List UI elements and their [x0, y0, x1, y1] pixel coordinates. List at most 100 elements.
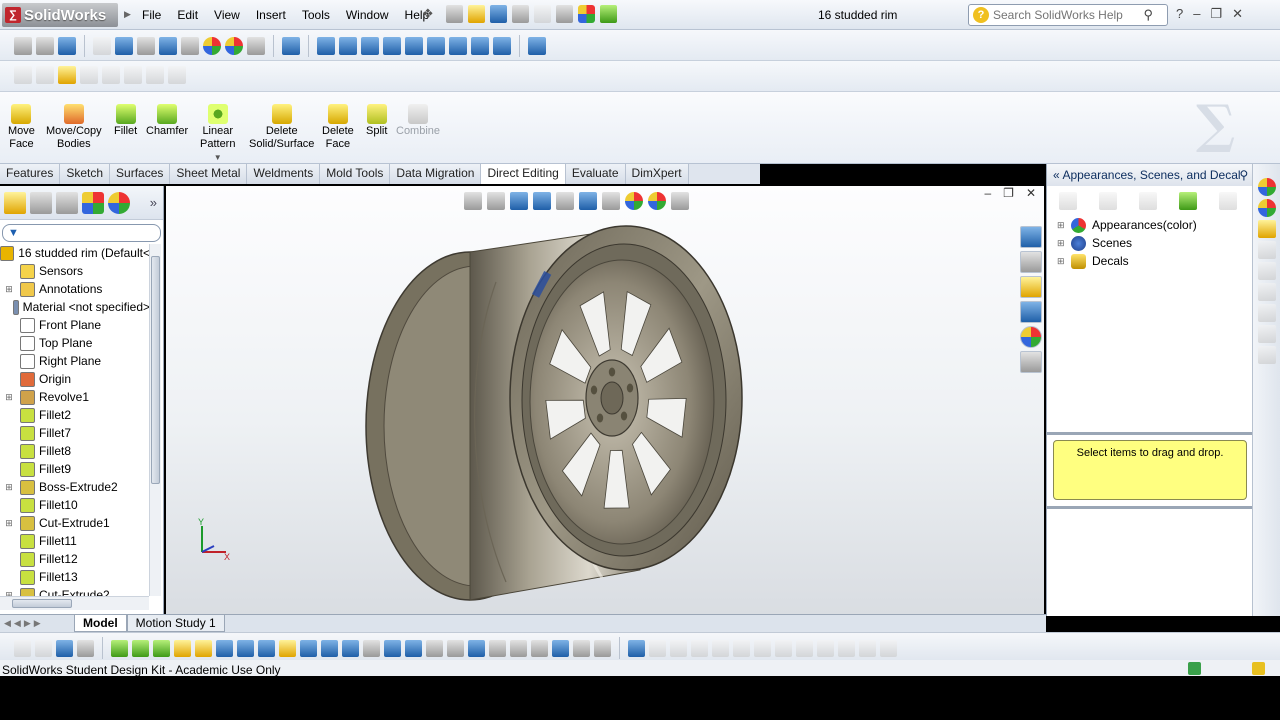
toolbar-tool-icon[interactable]: [405, 639, 422, 657]
dimetric-view-icon[interactable]: [493, 37, 511, 55]
back-view-icon[interactable]: [339, 37, 357, 55]
feature-tree-item[interactable]: Right Plane: [0, 352, 150, 370]
feature-tree-item[interactable]: Sensors: [0, 262, 150, 280]
help-search-input[interactable]: [993, 8, 1133, 22]
expand-icon[interactable]: ⊞: [4, 518, 14, 529]
linear-pattern-button[interactable]: Linear Pattern ▼: [200, 104, 235, 164]
normal-to-icon[interactable]: [282, 37, 300, 55]
help-status-icon[interactable]: [1188, 662, 1201, 675]
save-icon[interactable]: [490, 5, 507, 23]
move-copy-bodies-button[interactable]: Move/Copy Bodies: [46, 104, 102, 151]
sketch-trim-icon[interactable]: [733, 639, 750, 657]
feature-tree-item[interactable]: ⊞ Annotations: [0, 280, 150, 298]
dimxpert-manager-tab-icon[interactable]: [82, 191, 104, 214]
feature-tree-item[interactable]: Fillet12: [0, 550, 150, 568]
undo-icon[interactable]: [534, 5, 551, 23]
feature-icon[interactable]: [146, 66, 164, 84]
search-icon[interactable]: ⚲: [1143, 7, 1153, 23]
annotation-icon[interactable]: [58, 66, 76, 84]
tree-item-appearances[interactable]: ⊞ Appearances(color): [1057, 216, 1252, 234]
feature-manager-tab-icon[interactable]: [4, 191, 26, 214]
tab-sketch[interactable]: Sketch: [60, 164, 111, 184]
delete-solid-surface-button[interactable]: Delete Solid/Surface: [249, 104, 314, 151]
pin-icon[interactable]: ⚲: [1240, 168, 1248, 182]
sketch-mirror-icon[interactable]: [796, 639, 813, 657]
pin-icon[interactable]: ❖: [422, 6, 434, 22]
edit-appearance-icon[interactable]: [203, 37, 221, 55]
drag-drop-area[interactable]: Select items to drag and drop.: [1053, 440, 1247, 500]
notification-status-icon[interactable]: [1252, 662, 1265, 675]
pattern-icon[interactable]: [168, 66, 186, 84]
toolbar-tool-icon[interactable]: [56, 639, 73, 657]
menu-tools[interactable]: Tools: [294, 8, 338, 22]
scrollbar-thumb[interactable]: [12, 599, 72, 608]
prev-tab-icon[interactable]: ◀: [14, 618, 21, 629]
right-view-icon[interactable]: [383, 37, 401, 55]
open-folder-icon[interactable]: [468, 5, 485, 23]
combine-button[interactable]: Combine: [396, 104, 440, 138]
feature-tree-item[interactable]: ⊞ Boss-Extrude2: [0, 478, 150, 496]
tab-features[interactable]: Features: [0, 164, 61, 184]
chamfer-button[interactable]: Chamfer: [146, 104, 188, 138]
feature-tree-item[interactable]: Top Plane: [0, 334, 150, 352]
top-view-icon[interactable]: [405, 37, 423, 55]
expand-icon[interactable]: ⊞: [1057, 256, 1067, 267]
home-icon[interactable]: [1020, 226, 1042, 248]
zoom-to-fit-icon[interactable]: [14, 37, 32, 55]
restore-icon[interactable]: ❐: [1210, 6, 1222, 22]
rim-3d-model[interactable]: [166, 186, 1044, 614]
toolbar-tool-icon[interactable]: [111, 639, 128, 657]
first-tab-icon[interactable]: ◀: [4, 618, 11, 629]
tab-direct-editing[interactable]: Direct Editing: [481, 164, 566, 184]
toolbar-tool-icon[interactable]: [35, 639, 52, 657]
property-manager-tab-icon[interactable]: [30, 191, 52, 214]
sketch-circle-icon[interactable]: [670, 639, 687, 657]
lights-tab-icon[interactable]: [1257, 262, 1276, 280]
scrollbar-thumb[interactable]: [151, 256, 160, 484]
expand-icon[interactable]: ⊞: [1057, 238, 1067, 249]
move-face-button[interactable]: Move Face: [8, 104, 35, 151]
chevron-down-icon[interactable]: ▼: [214, 151, 222, 164]
tab-weldments[interactable]: Weldments: [247, 164, 321, 184]
scenes-tab-icon[interactable]: [1257, 199, 1276, 217]
back-icon[interactable]: [1059, 192, 1077, 210]
next-tab-icon[interactable]: ▶: [24, 618, 31, 629]
toolbar-tool-icon[interactable]: [321, 639, 338, 657]
design-library-icon[interactable]: [1020, 251, 1042, 273]
feature-tree-item[interactable]: Fillet13: [0, 568, 150, 586]
toolbar-tool-icon[interactable]: [14, 639, 31, 657]
pane-splitter[interactable]: [1047, 432, 1253, 435]
toolbar-tool-icon[interactable]: [174, 639, 191, 657]
bottom-view-icon[interactable]: [427, 37, 445, 55]
menu-window[interactable]: Window: [338, 8, 397, 22]
render-tab-icon[interactable]: [1257, 304, 1276, 322]
toolbar-tool-icon[interactable]: [363, 639, 380, 657]
forward-icon[interactable]: [1099, 192, 1117, 210]
left-view-icon[interactable]: [361, 37, 379, 55]
feature-tree-item[interactable]: Fillet7: [0, 424, 150, 442]
tab-surfaces[interactable]: Surfaces: [110, 164, 171, 184]
feature-tree-item[interactable]: Fillet10: [0, 496, 150, 514]
tab-motion-study-1[interactable]: Motion Study 1: [126, 615, 225, 632]
tree-item-scenes[interactable]: ⊞ Scenes: [1057, 234, 1252, 252]
isometric-view-icon[interactable]: [449, 37, 467, 55]
tab-data-migration[interactable]: Data Migration: [390, 164, 482, 184]
toolbar-tool-icon[interactable]: [77, 639, 94, 657]
chevron-right-icon[interactable]: ▶: [124, 9, 131, 20]
toolbar-tool-icon[interactable]: [279, 639, 296, 657]
trimetric-view-icon[interactable]: [471, 37, 489, 55]
walkthrough-tab-icon[interactable]: [1257, 325, 1276, 343]
front-view-icon[interactable]: [317, 37, 335, 55]
menu-file[interactable]: File: [134, 8, 169, 22]
configuration-manager-tab-icon[interactable]: [56, 191, 78, 214]
toolbar-tool-icon[interactable]: [216, 639, 233, 657]
toolbar-tool-icon[interactable]: [342, 639, 359, 657]
toolbar-tool-icon[interactable]: [489, 639, 506, 657]
toolbar-tool-icon[interactable]: [510, 639, 527, 657]
chevron-left-icon[interactable]: «: [1053, 168, 1059, 182]
solidworks-logo[interactable]: ∑ SolidWorks: [2, 3, 118, 27]
add-folder-icon[interactable]: [1139, 192, 1157, 210]
toolbar-tool-icon[interactable]: [153, 639, 170, 657]
feature-tree-item[interactable]: Fillet11: [0, 532, 150, 550]
tree-item-decals[interactable]: ⊞ Decals: [1057, 252, 1252, 270]
